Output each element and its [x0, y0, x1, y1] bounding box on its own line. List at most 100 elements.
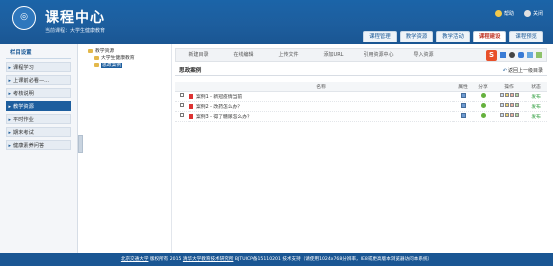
column-status: 状态 [525, 82, 547, 92]
tab-teaching-activities[interactable]: 教学活动 [436, 31, 470, 42]
nav-tabs: 课程管理 教学资源 教学活动 课程建设 课程预览 [363, 31, 543, 42]
column-attribute: 属性 [453, 82, 473, 92]
university-logo: ◎ [12, 6, 36, 30]
punctuation-icon[interactable] [509, 52, 515, 58]
select-all-column [175, 82, 189, 92]
header-bar: ◎ 课程中心 当前课程：大学生健康教育 帮助 关闭 课程管理 教学资源 教学活动… [0, 0, 553, 44]
pdf-file-icon [189, 93, 193, 99]
footer-copyright: 版权所有 2015 [148, 257, 183, 262]
edit-icon[interactable] [499, 113, 504, 117]
help-link[interactable]: 帮助 [494, 10, 514, 17]
tab-course-management[interactable]: 课程管理 [363, 31, 397, 42]
status-badge[interactable]: 发布 [525, 91, 547, 102]
resource-name-link[interactable]: 案例2 - 改药怎么办？ [196, 105, 242, 110]
sidebar-heading: 栏目设置 [6, 48, 71, 59]
sidebar: 栏目设置 课程学习 上课前必看—... 考核说明 教学资源 平时作业 期末考试 … [0, 44, 78, 254]
table-row: 案例3 - 得了糖尿怎么办？ 发布 [175, 111, 547, 122]
tab-course-building[interactable]: 课程建设 [472, 31, 507, 42]
row-checkbox[interactable] [180, 93, 184, 97]
microphone-icon[interactable] [518, 52, 524, 58]
delete-icon[interactable] [509, 103, 514, 107]
row-operations [499, 93, 519, 97]
tab-course-preview[interactable]: 课程预览 [509, 31, 543, 42]
resource-tree: 教学资源 大学生健康教育 思政案例 [86, 44, 172, 254]
online-edit-button[interactable]: 在线编辑 [221, 48, 266, 62]
toolbar: 新建目录 在线编辑 上传文件 添加URL 引用资源中心 导入资源 S [175, 48, 547, 62]
main-panel: 新建目录 在线编辑 上传文件 添加URL 引用资源中心 导入资源 S 思政案例 … [175, 48, 547, 248]
move-icon[interactable] [504, 113, 509, 117]
delete-icon[interactable] [509, 113, 514, 117]
reference-resource-button[interactable]: 引用资源中心 [356, 48, 401, 62]
move-icon[interactable] [504, 93, 509, 97]
user-link[interactable]: 关闭 [523, 10, 543, 17]
language-icon[interactable] [500, 52, 506, 58]
sidebar-item-final-exam[interactable]: 期末考试 [6, 127, 71, 138]
current-course-name: 大学生健康教育 [70, 28, 106, 34]
delete-icon[interactable] [509, 93, 514, 97]
tree-node-selected[interactable]: 思政案例 [86, 62, 171, 69]
app-title: 课程中心 [45, 10, 105, 26]
edit-icon[interactable] [499, 93, 504, 97]
table-header-row: 名称 属性 分享 操作 状态 [175, 82, 547, 92]
back-to-parent-link[interactable]: ↶返回上一级目录 [503, 67, 543, 74]
toolbox-icon[interactable] [536, 52, 542, 58]
tree-node-root[interactable]: 教学资源 [86, 48, 171, 55]
input-method-bar: S [486, 49, 546, 61]
table-row: 案例2 - 改药怎么办？ 发布 [175, 101, 547, 112]
attribute-icon[interactable] [460, 102, 466, 108]
resource-table: 名称 属性 分享 操作 状态 案例1 - 新冠疫情当前 发布 案例2 - 改药怎… [175, 82, 547, 122]
add-url-button[interactable]: 添加URL [311, 48, 356, 62]
upload-file-button[interactable]: 上传文件 [266, 48, 311, 62]
user-icon [523, 10, 531, 17]
status-badge[interactable]: 发布 [525, 101, 547, 112]
add-icon[interactable] [514, 103, 519, 107]
folder-icon [88, 48, 93, 53]
status-badge[interactable]: 发布 [525, 111, 547, 122]
row-checkbox[interactable] [180, 103, 184, 107]
row-operations [499, 113, 519, 117]
sidebar-item-homework[interactable]: 平时作业 [6, 114, 71, 125]
folder-icon [94, 55, 99, 60]
footer-school-link[interactable]: 北京交通大学 [121, 257, 149, 262]
row-checkbox[interactable] [180, 113, 184, 117]
section-title: 思政案例 [179, 68, 202, 74]
pdf-file-icon [189, 113, 193, 119]
edit-icon[interactable] [499, 103, 504, 107]
footer-support-link[interactable]: 清华大学教育技术研究所 [183, 257, 234, 262]
sidebar-item-course-study[interactable]: 课程学习 [6, 62, 71, 73]
resource-name-link[interactable]: 案例3 - 得了糖尿怎么办？ [196, 115, 252, 120]
pdf-file-icon [189, 103, 193, 109]
help-icon [494, 10, 502, 17]
share-icon[interactable] [480, 102, 486, 108]
back-arrow-icon: ↶ [502, 67, 507, 74]
share-icon[interactable] [480, 112, 486, 118]
share-icon[interactable] [480, 92, 486, 98]
sidebar-collapse-handle[interactable] [78, 135, 83, 153]
current-course-label: 当前课程： [45, 28, 71, 34]
keyboard-icon[interactable] [527, 52, 533, 58]
tab-teaching-resources[interactable]: 教学资源 [399, 31, 434, 42]
move-icon[interactable] [504, 103, 509, 107]
new-folder-button[interactable]: 新建目录 [176, 48, 221, 62]
folder-icon [94, 62, 99, 67]
add-icon[interactable] [514, 93, 519, 97]
table-row: 案例1 - 新冠疫情当前 发布 [175, 91, 547, 102]
column-share: 分享 [473, 82, 493, 92]
user-area: 帮助 关闭 [494, 10, 543, 17]
sidebar-item-before-class[interactable]: 上课前必看—... [6, 75, 71, 86]
resource-name-link[interactable]: 案例1 - 新冠疫情当前 [196, 95, 242, 100]
attribute-icon[interactable] [460, 92, 466, 98]
sogou-s-icon[interactable]: S [486, 49, 497, 61]
import-resource-button[interactable]: 导入资源 [401, 48, 446, 62]
sidebar-item-assessment[interactable]: 考核说明 [6, 88, 71, 99]
row-operations [499, 103, 519, 107]
add-icon[interactable] [514, 113, 519, 117]
footer-info: BJTUICP备15110201 技术支持（请使用1024x768分辨率，IE8… [233, 257, 433, 262]
attribute-icon[interactable] [460, 112, 466, 118]
tree-node-course[interactable]: 大学生健康教育 [86, 55, 171, 62]
sidebar-item-teaching-resources[interactable]: 教学资源 [6, 101, 71, 112]
column-operations: 操作 [493, 82, 525, 92]
section-bar: 思政案例 ↶返回上一级目录 [175, 65, 547, 76]
sidebar-item-health-qa[interactable]: 健康素养问答 [6, 140, 71, 151]
current-course: 当前课程：大学生健康教育 [45, 27, 105, 34]
